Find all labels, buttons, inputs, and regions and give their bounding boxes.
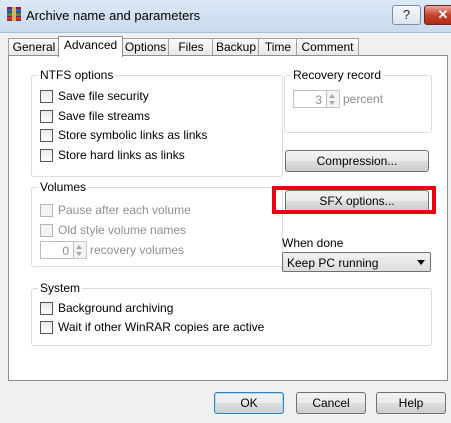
spinner-arrows-icon[interactable] [74,241,87,259]
close-button[interactable]: ✕ [424,5,451,25]
recovery-volumes-input[interactable]: 0 [40,241,74,259]
help-title-button[interactable]: ? [392,5,421,25]
tab-files[interactable]: Files [168,38,214,56]
cancel-button[interactable]: Cancel [296,392,366,414]
when-done-value: Keep PC running [287,256,379,270]
tab-options[interactable]: Options [121,38,170,56]
system-group: System [31,281,432,346]
help-button[interactable]: Help [376,392,446,414]
question-icon: ? [402,7,411,22]
window-title: Archive name and parameters [26,8,201,23]
spinner-arrows-icon[interactable] [327,90,340,108]
dialog-button-bar: OK Cancel Help [0,383,451,423]
sfx-options-highlight [272,186,436,214]
close-icon: ✕ [437,7,449,22]
recovery-record-unit: percent [343,92,384,106]
ok-button[interactable]: OK [214,392,284,414]
compression-button[interactable]: Compression... [285,150,429,172]
when-done-select[interactable]: Keep PC running [282,252,431,272]
volumes-title: Volumes [38,180,89,194]
tab-general[interactable]: General [8,38,60,56]
recovery-record-title: Recovery record [291,68,384,82]
recovery-volumes-unit: recovery volumes [90,243,185,257]
tab-comment[interactable]: Comment [296,38,359,56]
tab-time[interactable]: Time [258,38,298,56]
tab-panel-advanced: NTFS options Save file security Save fil… [8,55,448,381]
chevron-down-icon [417,260,425,265]
winrar-icon [7,7,21,21]
tab-backup[interactable]: Backup [212,38,260,56]
when-done-label: When done [282,236,344,250]
recovery-record-input[interactable]: 3 [293,90,327,108]
ntfs-options-title: NTFS options [38,68,116,82]
tab-advanced[interactable]: Advanced [58,36,123,57]
dialog-window: Archive name and parameters ? ✕ General … [0,0,451,423]
title-bar[interactable]: Archive name and parameters ? ✕ [0,0,451,33]
system-title: System [38,281,83,295]
